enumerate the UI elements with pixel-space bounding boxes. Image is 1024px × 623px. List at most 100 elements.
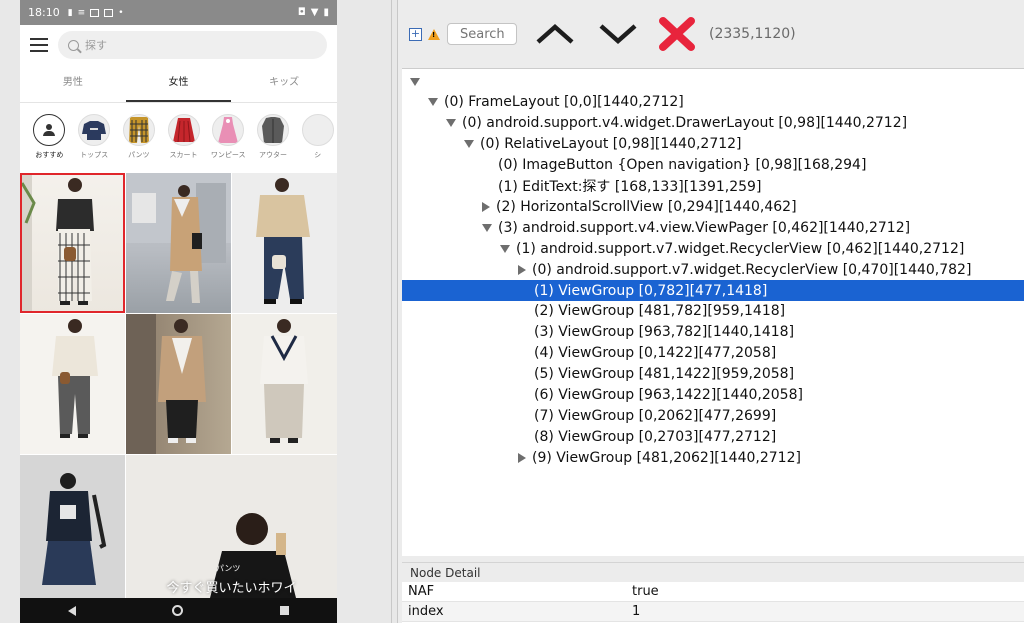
detail-row[interactable]: NAF true: [402, 582, 1024, 602]
outfit-feed[interactable]: パンツ 今すぐ買いたいホワイ: [20, 173, 337, 598]
search-icon: [68, 39, 79, 51]
collapse-triangle-icon[interactable]: [410, 77, 420, 86]
tab-women[interactable]: 女性: [125, 65, 232, 102]
detail-row[interactable]: index 1: [402, 602, 1024, 622]
tree-node[interactable]: (1) ViewGroup [0,782][477,1418]: [402, 280, 1024, 301]
collapse-triangle-icon[interactable]: [446, 119, 456, 128]
vibrate-icon: ◘: [297, 7, 306, 18]
outfit-image: [260, 319, 308, 443]
outfit-photo-3[interactable]: [232, 173, 337, 313]
clear-button[interactable]: [657, 14, 697, 54]
category-label: トップス: [80, 151, 109, 159]
expand-triangle-icon[interactable]: [482, 201, 490, 212]
tree-node-label: (0) android.support.v4.widget.DrawerLayo…: [462, 115, 908, 132]
panel-divider[interactable]: [391, 0, 392, 623]
person-icon: [43, 124, 56, 136]
outfit-photo-4[interactable]: [20, 314, 125, 454]
tree-node[interactable]: (3) ViewGroup [963,782][1440,1418]: [402, 322, 1024, 343]
tree-node[interactable]: (0) android.support.v7.widget.RecyclerVi…: [402, 259, 1024, 280]
tree-node-label: (1) EditText:探す [168,133][1391,259]: [498, 179, 762, 195]
tree-node[interactable]: (3) android.support.v4.view.ViewPager [0…: [402, 217, 1024, 238]
tree-node[interactable]: (8) ViewGroup [0,2703][477,2712]: [402, 426, 1024, 447]
next-button[interactable]: [594, 19, 642, 49]
tree-node-label: (3) android.support.v4.view.ViewPager [0…: [498, 219, 911, 236]
tree-node[interactable]: (6) ViewGroup [963,1422][1440,2058]: [402, 385, 1024, 406]
category-label: おすすめ: [35, 151, 64, 159]
device-screenshot[interactable]: 18:10 ▮ ≡ • ◘ ▼ ▮ 探す 男性 女性 キッズ おすすめ トップス…: [20, 0, 337, 623]
app-bar: 探す: [20, 25, 337, 65]
tree-node[interactable]: (2) HorizontalScrollView [0,294][1440,46…: [402, 196, 1024, 217]
collapse-triangle-icon[interactable]: [428, 98, 438, 107]
node-detail-table[interactable]: NAF true index 1: [402, 582, 1024, 623]
search-placeholder: 探す: [85, 39, 107, 52]
outfit-photo-5[interactable]: [126, 314, 231, 454]
tree-node-label: (1) ViewGroup [0,782][477,1418]: [534, 282, 768, 299]
category-pants[interactable]: パンツ: [119, 114, 158, 160]
tree-node-label: (2) HorizontalScrollView [0,294][1440,46…: [496, 198, 797, 215]
recents-icon[interactable]: [279, 606, 289, 615]
hierarchy-inspector: + ! (2335,1120) (0) FrameLayout [0,0][14…: [398, 0, 1024, 623]
tree-node[interactable]: (1) android.support.v7.widget.RecyclerVi…: [402, 238, 1024, 259]
wifi-icon: ▼: [310, 7, 319, 18]
search-input[interactable]: [447, 23, 517, 45]
outfit-image: [20, 173, 94, 313]
home-icon[interactable]: [172, 605, 184, 616]
category-label: パンツ: [128, 151, 150, 159]
category-scroller[interactable]: おすすめ トップス パンツ スカート ワンピース アウター シ: [20, 103, 337, 173]
search-field[interactable]: 探す: [58, 31, 327, 59]
category-recommended[interactable]: おすすめ: [30, 114, 69, 160]
tree-node[interactable]: (0) android.support.v4.widget.DrawerLayo…: [402, 113, 1024, 134]
tree-node[interactable]: (4) ViewGroup [0,1422][477,2058]: [402, 343, 1024, 364]
category-label: ワンピース: [210, 151, 246, 159]
tree-node[interactable]: (9) ViewGroup [481,2062][1440,2712]: [402, 447, 1024, 468]
outfit-photo-1[interactable]: [20, 173, 125, 313]
hierarchy-tree[interactable]: (0) FrameLayout [0,0][1440,2712] (0) andr…: [402, 68, 1024, 556]
expand-triangle-icon[interactable]: [518, 264, 526, 275]
collapse-triangle-icon[interactable]: [482, 223, 492, 232]
tab-kids[interactable]: キッズ: [231, 65, 337, 102]
category-label: アウター: [258, 151, 287, 159]
detail-value: true: [632, 584, 659, 599]
back-icon[interactable]: [68, 605, 77, 616]
tree-node-label: (0) RelativeLayout [0,98][1440,2712]: [480, 136, 742, 153]
tab-men[interactable]: 男性: [20, 65, 126, 102]
status-time: 18:10: [28, 6, 60, 19]
tree-node-label: (4) ViewGroup [0,1422][477,2058]: [534, 345, 777, 362]
outfit-image: [126, 173, 231, 303]
outfit-image: [256, 178, 310, 304]
outfit-photo-2[interactable]: [126, 173, 231, 313]
tree-node-label: (0) FrameLayout [0,0][1440,2712]: [444, 94, 684, 111]
system-icons: ◘ ▼ ▮: [298, 7, 329, 18]
tree-node-label: (7) ViewGroup [0,2062][477,2699]: [534, 407, 777, 424]
expand-all-icon[interactable]: +: [409, 27, 422, 41]
collapse-triangle-icon[interactable]: [464, 140, 474, 149]
tree-node[interactable]: (0) FrameLayout [0,0][1440,2712]: [402, 92, 1024, 113]
previous-button[interactable]: [531, 19, 579, 49]
sweater-thumbnail: [82, 121, 107, 140]
tree-node[interactable]: (0) ImageButton {Open navigation} [0,98]…: [402, 155, 1024, 176]
tree-node[interactable]: (5) ViewGroup [481,1422][959,2058]: [402, 364, 1024, 385]
tree-node[interactable]: [402, 71, 1024, 92]
tree-node[interactable]: (0) RelativeLayout [0,98][1440,2712]: [402, 134, 1024, 155]
category-more[interactable]: シ: [298, 114, 337, 160]
outfit-photo-6[interactable]: [232, 314, 337, 454]
outfit-photo-8[interactable]: パンツ 今すぐ買いたいホワイ: [126, 455, 337, 598]
category-outer[interactable]: アウター: [254, 114, 293, 160]
photo-caption: 今すぐ買いたいホワイ: [166, 581, 297, 596]
outfit-photo-7[interactable]: [20, 455, 125, 598]
warning-icon[interactable]: !: [428, 28, 440, 40]
tree-node-label: (0) ImageButton {Open navigation} [0,98]…: [498, 157, 867, 174]
category-onepiece[interactable]: ワンピース: [209, 114, 248, 160]
collapse-triangle-icon[interactable]: [500, 244, 510, 253]
category-tops[interactable]: トップス: [75, 114, 114, 160]
tree-node-label: (9) ViewGroup [481,2062][1440,2712]: [532, 449, 801, 466]
tree-node-label: (6) ViewGroup [963,1422][1440,2058]: [534, 387, 803, 403]
tree-node[interactable]: (2) ViewGroup [481,782][959,1418]: [402, 301, 1024, 322]
android-nav-bar: [20, 598, 337, 623]
image-icon: [104, 8, 114, 17]
hamburger-menu-icon[interactable]: [30, 38, 48, 52]
category-skirt[interactable]: スカート: [164, 114, 203, 160]
expand-triangle-icon[interactable]: [518, 452, 526, 463]
tree-node[interactable]: (7) ViewGroup [0,2062][477,2699]: [402, 405, 1024, 426]
tree-node[interactable]: (1) EditText:探す [168,133][1391,259]: [402, 176, 1024, 197]
